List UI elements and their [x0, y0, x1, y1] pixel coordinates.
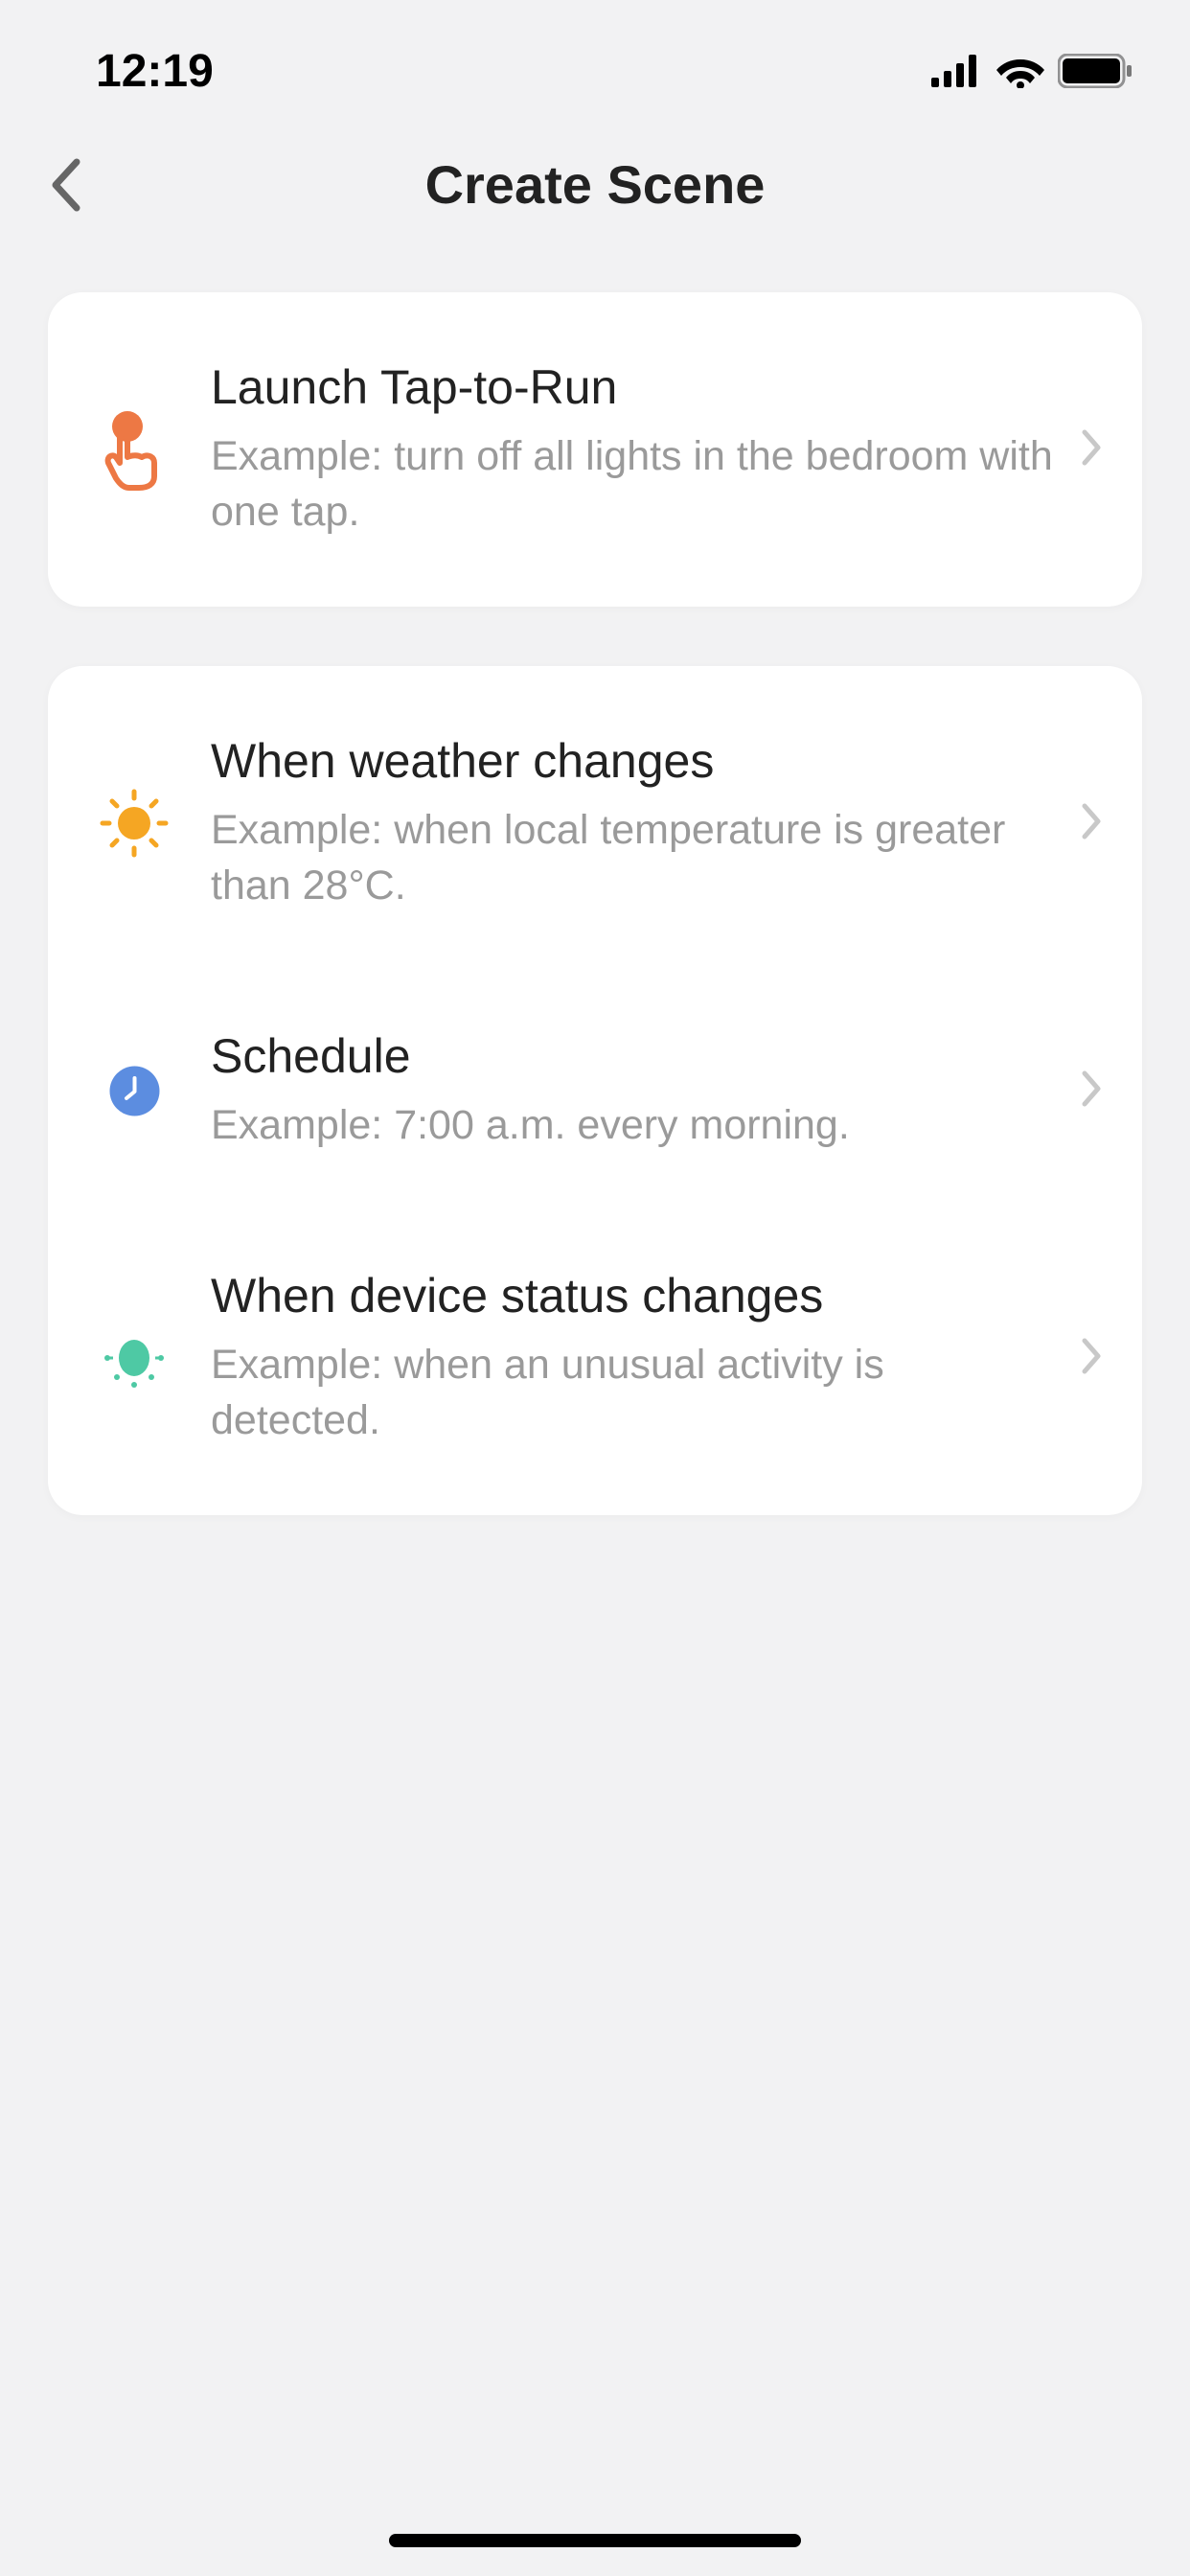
list-text: Schedule Example: 7:00 a.m. every mornin…: [211, 1028, 1081, 1153]
option-schedule[interactable]: Schedule Example: 7:00 a.m. every mornin…: [48, 980, 1142, 1220]
chevron-right-icon: [1081, 428, 1104, 472]
chevron-left-icon: [48, 156, 82, 214]
chevron-right-icon: [1081, 1337, 1104, 1380]
option-title: Schedule: [211, 1028, 1062, 1084]
option-title: Launch Tap-to-Run: [211, 359, 1062, 415]
option-device-status[interactable]: When device status changes Example: when…: [48, 1220, 1142, 1515]
sun-icon: [96, 785, 172, 862]
bulb-icon: [96, 1320, 172, 1396]
status-time: 12:19: [96, 45, 214, 98]
list-text: When weather changes Example: when local…: [211, 733, 1081, 913]
card-conditions: When weather changes Example: when local…: [48, 666, 1142, 1515]
cellular-icon: [931, 55, 983, 87]
content: Launch Tap-to-Run Example: turn off all …: [0, 264, 1190, 1603]
option-title: When device status changes: [211, 1268, 1062, 1323]
wifi-icon: [996, 54, 1044, 88]
option-subtitle: Example: when local temperature is great…: [211, 802, 1062, 913]
clock-icon: [96, 1052, 172, 1129]
battery-icon: [1058, 54, 1133, 88]
chevron-right-icon: [1081, 1070, 1104, 1113]
navbar: Create Scene: [0, 105, 1190, 264]
status-bar: 12:19: [0, 0, 1190, 105]
list-text: When device status changes Example: when…: [211, 1268, 1081, 1448]
tap-icon: [96, 411, 172, 488]
option-subtitle: Example: 7:00 a.m. every morning.: [211, 1097, 1062, 1153]
status-icons: [931, 54, 1133, 88]
option-subtitle: Example: turn off all lights in the bedr…: [211, 428, 1062, 540]
option-title: When weather changes: [211, 733, 1062, 789]
chevron-right-icon: [1081, 802, 1104, 845]
card-tap-to-run: Launch Tap-to-Run Example: turn off all …: [48, 292, 1142, 607]
page-title: Create Scene: [425, 153, 766, 216]
back-button[interactable]: [48, 156, 82, 214]
home-indicator[interactable]: [389, 2534, 801, 2547]
option-subtitle: Example: when an unusual activity is det…: [211, 1337, 1062, 1448]
option-tap-to-run[interactable]: Launch Tap-to-Run Example: turn off all …: [48, 292, 1142, 607]
list-text: Launch Tap-to-Run Example: turn off all …: [211, 359, 1081, 540]
option-weather[interactable]: When weather changes Example: when local…: [48, 666, 1142, 980]
